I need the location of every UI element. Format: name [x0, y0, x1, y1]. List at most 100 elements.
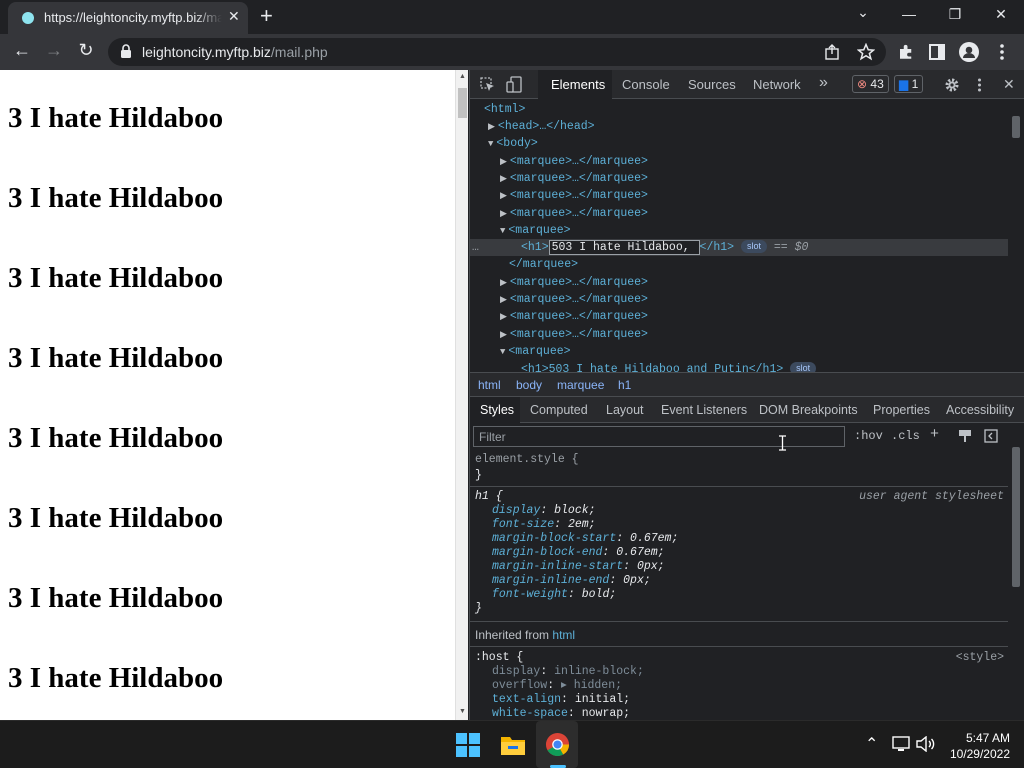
- expand-triangle-icon[interactable]: ▶: [500, 312, 507, 322]
- extensions-icon[interactable]: [897, 43, 915, 61]
- tab-network[interactable]: Network: [753, 77, 801, 92]
- dom-node-marquee[interactable]: ▶ <marquee>…</marquee>: [500, 187, 648, 204]
- tray-overflow-chevron-icon[interactable]: ⌃: [865, 734, 878, 754]
- expand-triangle-icon[interactable]: ▶: [500, 174, 507, 184]
- h1-rule-selector[interactable]: h1 {: [475, 490, 503, 504]
- expand-triangle-icon[interactable]: ▶: [500, 330, 507, 340]
- back-button[interactable]: ←: [10, 40, 34, 61]
- scroll-down-icon[interactable]: ▼: [458, 708, 467, 715]
- dom-node-marquee[interactable]: ▶ <marquee>…</marquee>: [500, 274, 648, 291]
- page-scrollbar[interactable]: ▲ ▼: [455, 70, 468, 720]
- paint-brush-icon[interactable]: [958, 429, 972, 443]
- host-rule-selector[interactable]: :host {: [475, 651, 523, 665]
- dom-node-h1-selected[interactable]: <h1> 503 I hate Hildaboo, </h1> slot == $…: [521, 239, 808, 256]
- expand-triangle-icon[interactable]: ▶: [500, 278, 507, 288]
- dom-node-marquee-close[interactable]: </marquee>: [509, 256, 578, 273]
- network-icon[interactable]: [892, 736, 910, 752]
- tab-elements[interactable]: Elements: [551, 77, 605, 92]
- file-explorer-icon[interactable]: [500, 733, 526, 757]
- expand-triangle-icon[interactable]: ▶: [500, 157, 507, 167]
- css-declaration[interactable]: margin-inline-start: 0px;: [492, 560, 665, 574]
- tab-accessibility[interactable]: Accessibility: [946, 403, 1014, 417]
- dom-node-marquee[interactable]: ▶ <marquee>…</marquee>: [500, 205, 648, 222]
- dom-node-marquee[interactable]: ▶ <marquee>…</marquee>: [500, 291, 648, 308]
- dom-node-h1[interactable]: <h1>503 I hate Hildaboo and Putin</h1> s…: [521, 361, 817, 372]
- dom-node-marquee[interactable]: ▶ <marquee>…</marquee>: [500, 170, 648, 187]
- minimize-button[interactable]: —: [894, 6, 924, 22]
- css-declaration[interactable]: white-space: nowrap;: [492, 707, 630, 720]
- dom-scroll-thumb[interactable]: [1012, 116, 1020, 138]
- profile-icon[interactable]: [959, 42, 979, 62]
- expand-triangle-icon[interactable]: ▶: [488, 122, 495, 132]
- volume-icon[interactable]: [916, 736, 936, 752]
- tab-sources[interactable]: Sources: [688, 77, 736, 92]
- menu-icon[interactable]: [999, 44, 1005, 60]
- url-text[interactable]: leightoncity.myftp.biz/mail.php: [142, 44, 328, 60]
- tab-computed[interactable]: Computed: [530, 403, 588, 417]
- inspect-element-icon[interactable]: [480, 77, 495, 92]
- h1-edit-field[interactable]: 503 I hate Hildaboo,: [548, 240, 700, 255]
- dom-node-head[interactable]: ▶ <head>…</head>: [488, 118, 595, 135]
- rule-source[interactable]: <style>: [956, 651, 1004, 665]
- css-declaration[interactable]: font-weight: bold;: [492, 588, 616, 602]
- breadcrumb-h1[interactable]: h1: [618, 378, 631, 392]
- css-declaration[interactable]: overflow: ▸ hidden;: [492, 679, 622, 693]
- dom-node-marquee[interactable]: ▶ <marquee>…</marquee>: [500, 308, 648, 325]
- devtools-menu-icon[interactable]: [977, 78, 982, 92]
- slot-badge[interactable]: slot: [790, 362, 817, 372]
- errors-badge[interactable]: ⊗ 43: [852, 75, 889, 93]
- css-declaration[interactable]: margin-inline-end: 0px;: [492, 574, 651, 588]
- dom-node-marquee[interactable]: ▼ <marquee>: [500, 343, 571, 360]
- styles-scrollbar[interactable]: [1008, 423, 1024, 720]
- lock-icon[interactable]: [120, 44, 132, 58]
- row-dots-icon[interactable]: …: [472, 239, 479, 256]
- reload-button[interactable]: ↻: [74, 40, 98, 61]
- styles-filter-input[interactable]: Filter: [473, 426, 845, 447]
- tab-styles[interactable]: Styles: [480, 403, 514, 417]
- sidebar-toggle-icon[interactable]: [984, 429, 998, 443]
- address-bar[interactable]: leightoncity.myftp.biz/mail.php: [108, 38, 886, 66]
- collapse-triangle-icon[interactable]: ▼: [488, 139, 493, 149]
- dom-node-marquee[interactable]: ▶ <marquee>…</marquee>: [500, 153, 648, 170]
- dom-node-marquee[interactable]: ▶ <marquee>…</marquee>: [500, 326, 648, 343]
- element-style-selector[interactable]: element.style {: [475, 453, 579, 467]
- tab-layout[interactable]: Layout: [606, 403, 644, 417]
- breadcrumb-body[interactable]: body: [516, 378, 542, 392]
- system-clock[interactable]: 5:47 AM 10/29/2022: [950, 730, 1010, 762]
- new-tab-button[interactable]: +: [260, 4, 273, 28]
- tab-console[interactable]: Console: [622, 77, 670, 92]
- expand-triangle-icon[interactable]: ▶: [500, 209, 507, 219]
- expand-triangle-icon[interactable]: ▶: [500, 191, 507, 201]
- forward-button[interactable]: →: [42, 40, 66, 61]
- dom-scrollbar[interactable]: [1008, 100, 1024, 372]
- tab-dom-breakpoints[interactable]: DOM Breakpoints: [759, 403, 858, 417]
- collapse-triangle-icon[interactable]: ▼: [500, 226, 505, 236]
- star-icon[interactable]: [857, 43, 875, 61]
- scroll-up-icon[interactable]: ▲: [458, 73, 467, 80]
- hover-state-toggle[interactable]: :hov: [854, 429, 883, 443]
- css-declaration[interactable]: font-size: 2em;: [492, 518, 596, 532]
- dom-node-marquee[interactable]: ▼ <marquee>: [500, 222, 571, 239]
- device-toolbar-icon[interactable]: [506, 76, 522, 93]
- tab-close-icon[interactable]: ✕: [228, 8, 240, 25]
- tab-event-listeners[interactable]: Event Listeners: [661, 403, 747, 417]
- collapse-triangle-icon[interactable]: ▼: [500, 347, 505, 357]
- messages-badge[interactable]: ▆ 1: [894, 75, 924, 93]
- devtools-close-icon[interactable]: ✕: [1003, 76, 1015, 93]
- sidepanel-icon[interactable]: [929, 44, 945, 60]
- breadcrumb-marquee[interactable]: marquee: [557, 378, 604, 392]
- inherited-from-link[interactable]: html: [552, 628, 575, 642]
- chrome-icon[interactable]: [545, 732, 570, 757]
- windows-start-icon[interactable]: [456, 733, 480, 757]
- css-declaration[interactable]: margin-block-end: 0.67em;: [492, 546, 665, 560]
- class-toggle[interactable]: .cls: [891, 429, 920, 443]
- css-declaration[interactable]: text-align: initial;: [492, 693, 630, 707]
- settings-gear-icon[interactable]: [944, 77, 960, 93]
- styles-scroll-thumb[interactable]: [1012, 447, 1020, 587]
- tab-properties[interactable]: Properties: [873, 403, 930, 417]
- new-style-rule-icon[interactable]: +: [930, 426, 939, 443]
- window-close-button[interactable]: ✕: [986, 6, 1016, 23]
- slot-badge[interactable]: slot: [740, 240, 767, 254]
- more-tabs-icon[interactable]: »: [819, 74, 828, 92]
- share-icon[interactable]: [824, 44, 840, 60]
